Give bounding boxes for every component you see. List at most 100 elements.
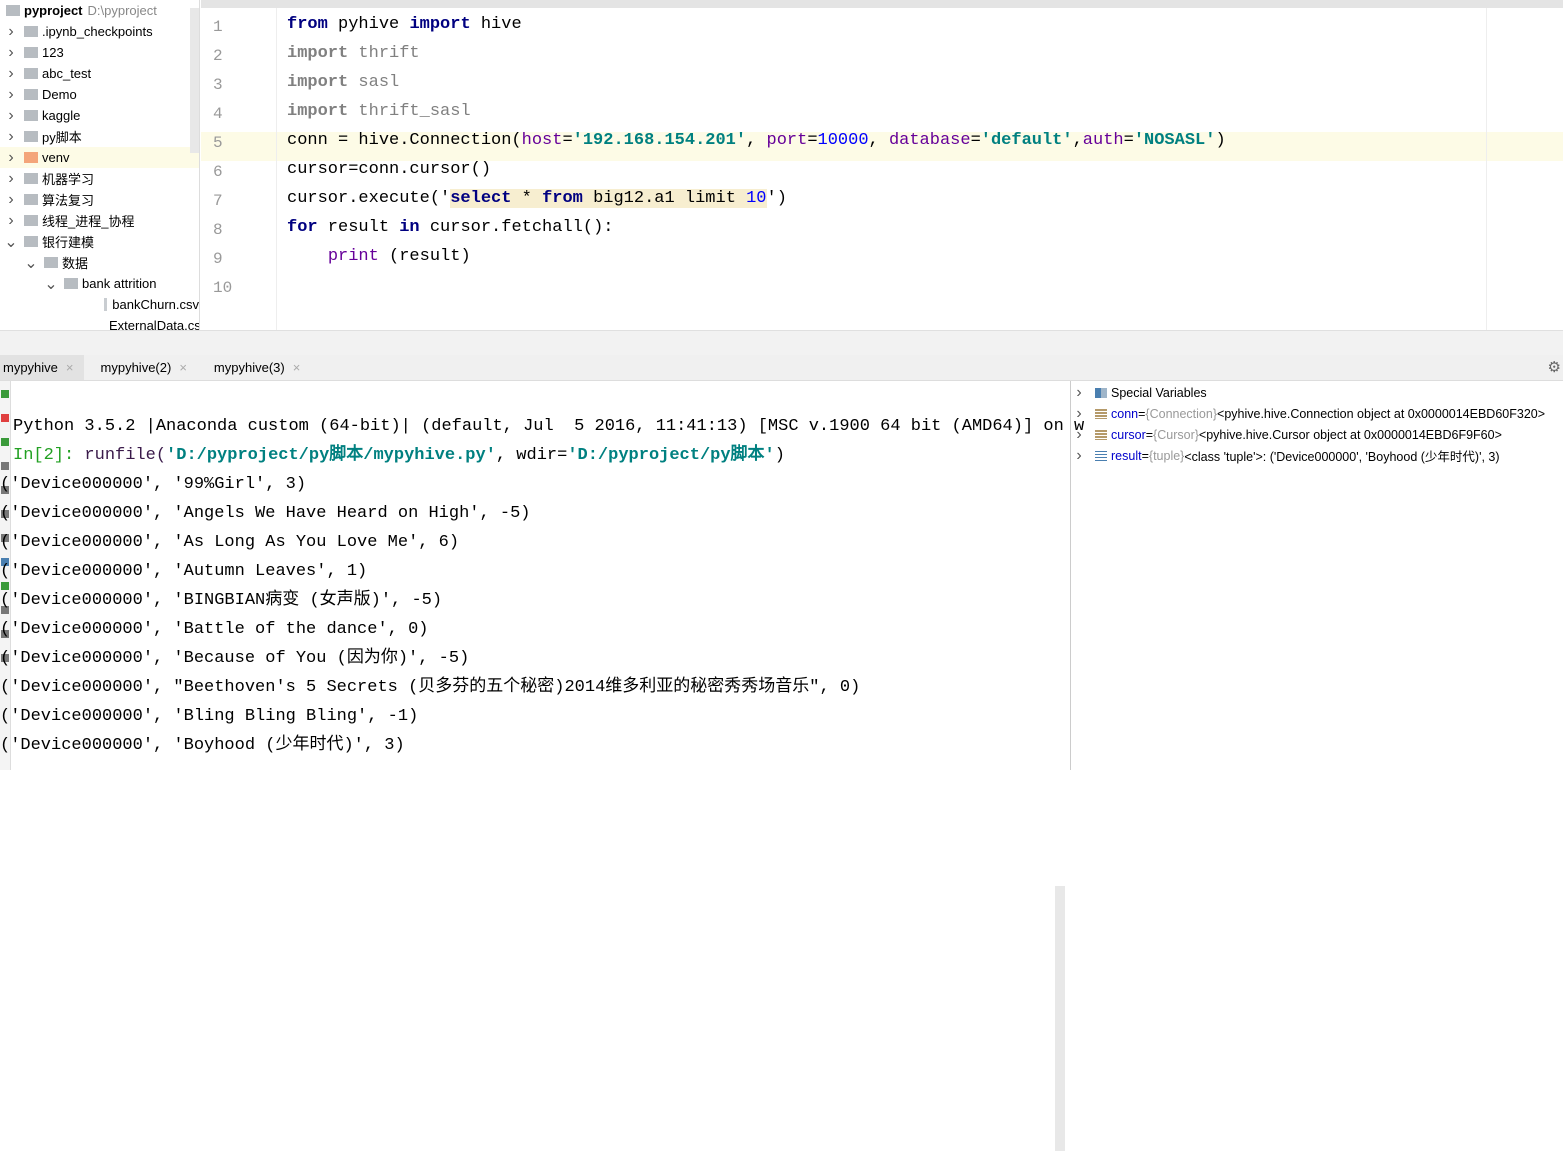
code-token: in [399, 218, 420, 237]
tree-item[interactable]: › 线程_进程_协程 [0, 210, 199, 231]
code-line: conn = hive.Connection(host='192.168.154… [287, 126, 1226, 155]
close-icon[interactable]: × [293, 360, 301, 375]
chevron-right-icon[interactable]: › [4, 23, 18, 41]
code-token: thrift_sasl [348, 102, 471, 121]
tree-item-label: 数据 [62, 256, 89, 271]
code-token: big12.a1 limit [582, 189, 747, 208]
tree-item[interactable]: ⌄ bank attrition [0, 273, 199, 294]
tree-item[interactable]: › .ipynb_checkpoints [0, 21, 199, 42]
variable-row[interactable]: › cursor = {Cursor} <pyhive.hive.Cursor o… [1071, 424, 1563, 445]
tree-item[interactable]: › abc_test [0, 63, 199, 84]
chevron-right-icon[interactable]: › [4, 44, 18, 62]
equals-sign: = [1138, 406, 1146, 421]
variable-row[interactable]: › Special Variables [1071, 382, 1563, 403]
chevron-right-icon[interactable]: › [4, 149, 18, 167]
tree-item[interactable]: › 算法复习 [0, 189, 199, 210]
folder-icon [24, 47, 38, 58]
tree-item-label: py脚本 [42, 130, 82, 145]
variable-row[interactable]: › conn = {Connection} <pyhive.hive.Connec… [1071, 403, 1563, 424]
tree-item[interactable]: › py脚本 [0, 126, 199, 147]
code-token: * [511, 189, 543, 208]
code-token: = [1123, 131, 1134, 150]
editor-horizontal-scroll[interactable] [0, 330, 1563, 355]
console-tool-icon[interactable] [1, 438, 9, 446]
tree-item-label: Demo [42, 87, 77, 102]
command-token: 'D:/pyproject/py脚本/mypyhive.py' [166, 446, 496, 465]
tree-scrollbar[interactable] [190, 8, 199, 153]
tab-console[interactable]: mypyhive(3) × [211, 355, 310, 380]
project-root[interactable]: pyproject D:\pyproject [0, 0, 199, 21]
variable-value: <pyhive.hive.Connection object at 0x0000… [1217, 406, 1546, 421]
tree-item[interactable]: › kaggle [0, 105, 199, 126]
tree-item[interactable]: › 机器学习 [0, 168, 199, 189]
code-token: , [1072, 131, 1083, 150]
console-output-line: ('Device000000', '99%Girl', 3) [0, 475, 307, 494]
console-banner: Python 3.5.2 |Anaconda custom (64-bit)| … [13, 417, 1085, 436]
chevron-right-icon[interactable]: › [1071, 426, 1087, 444]
console-output-line: ('Device000000', 'Battle of the dance', … [0, 620, 429, 639]
close-icon[interactable]: × [179, 360, 187, 375]
code-token: result [317, 218, 400, 237]
chevron-right-icon[interactable]: › [4, 212, 18, 230]
variable-value: <pyhive.hive.Cursor object at 0x0000014E… [1198, 427, 1502, 442]
console-prompt: In[2]: [13, 446, 75, 465]
close-icon[interactable]: × [66, 360, 74, 375]
chevron-right-icon[interactable]: › [1071, 447, 1087, 465]
code-line: print (result) [287, 242, 471, 271]
console-tool-icon[interactable] [1, 462, 9, 470]
command-token: runfile( [74, 446, 167, 465]
console-output-line: ('Device000000', 'As Long As You Love Me… [0, 533, 460, 552]
variable-name: conn [1111, 406, 1139, 421]
python-console[interactable]: Python 3.5.2 |Anaconda custom (64-bit)| … [0, 381, 1084, 1151]
folder-icon [24, 215, 38, 226]
chevron-down-icon[interactable]: ⌄ [24, 253, 38, 273]
gear-icon[interactable]: ⚙ [1548, 358, 1561, 376]
tab-label: mypyhive [3, 360, 58, 375]
code-token: (result) [378, 247, 471, 266]
tab-console[interactable]: mypyhive × [0, 355, 84, 380]
chevron-down-icon[interactable]: ⌄ [44, 274, 58, 294]
code-token: cursor=conn.cursor() [287, 160, 492, 179]
tab-label: mypyhive(2) [100, 360, 172, 375]
code-token: = [562, 131, 573, 150]
tree-item-label: bankChurn.csv [112, 297, 199, 312]
line-number: 7 [213, 192, 223, 210]
chevron-right-icon[interactable]: › [4, 107, 18, 125]
code-token: 'default' [980, 131, 1073, 150]
code-editor[interactable]: 1 from pyhive import hive 2 import thrift 3 i… [201, 0, 1563, 330]
line-number: 3 [213, 76, 223, 94]
folder-icon [24, 131, 38, 142]
variable-row[interactable]: › result = {tuple} <class 'tuple'>: ('Dev… [1071, 445, 1563, 466]
code-token: cursor.fetchall(): [419, 218, 614, 237]
tree-item-label: .ipynb_checkpoints [42, 24, 153, 39]
tree-item[interactable]: › 123 [0, 42, 199, 63]
tree-item[interactable]: ⌄ 数据 [0, 252, 199, 273]
variable-name: cursor [1111, 427, 1146, 442]
tree-item[interactable]: ⌄ 银行建模 [0, 231, 199, 252]
code-token: ') [766, 189, 787, 208]
chevron-right-icon[interactable]: › [4, 128, 18, 146]
folder-icon [24, 68, 38, 79]
chevron-down-icon[interactable]: ⌄ [4, 232, 18, 252]
tree-item[interactable]: › venv [0, 147, 199, 168]
tree-item[interactable]: › Demo [0, 84, 199, 105]
code-line: import thrift_sasl [287, 97, 471, 126]
console-scrollbar[interactable] [1055, 886, 1065, 1151]
chevron-right-icon[interactable]: › [4, 86, 18, 104]
console-tool-icon[interactable] [1, 414, 9, 422]
line-number: 9 [213, 250, 223, 268]
chevron-right-icon[interactable]: › [1071, 405, 1087, 423]
code-token: import [287, 102, 349, 121]
line-number: 6 [213, 163, 223, 181]
folder-icon [24, 26, 38, 37]
chevron-right-icon[interactable]: › [4, 65, 18, 83]
tree-item[interactable]: bankChurn.csv [0, 294, 199, 315]
code-line: cursor=conn.cursor() [287, 155, 491, 184]
equals-sign: = [1145, 427, 1154, 442]
chevron-right-icon[interactable]: › [4, 191, 18, 209]
chevron-right-icon[interactable]: › [4, 170, 18, 188]
console-tool-icon[interactable] [1, 390, 9, 398]
tab-console[interactable]: mypyhive(2) × [98, 355, 197, 380]
chevron-right-icon[interactable]: › [1071, 384, 1087, 402]
